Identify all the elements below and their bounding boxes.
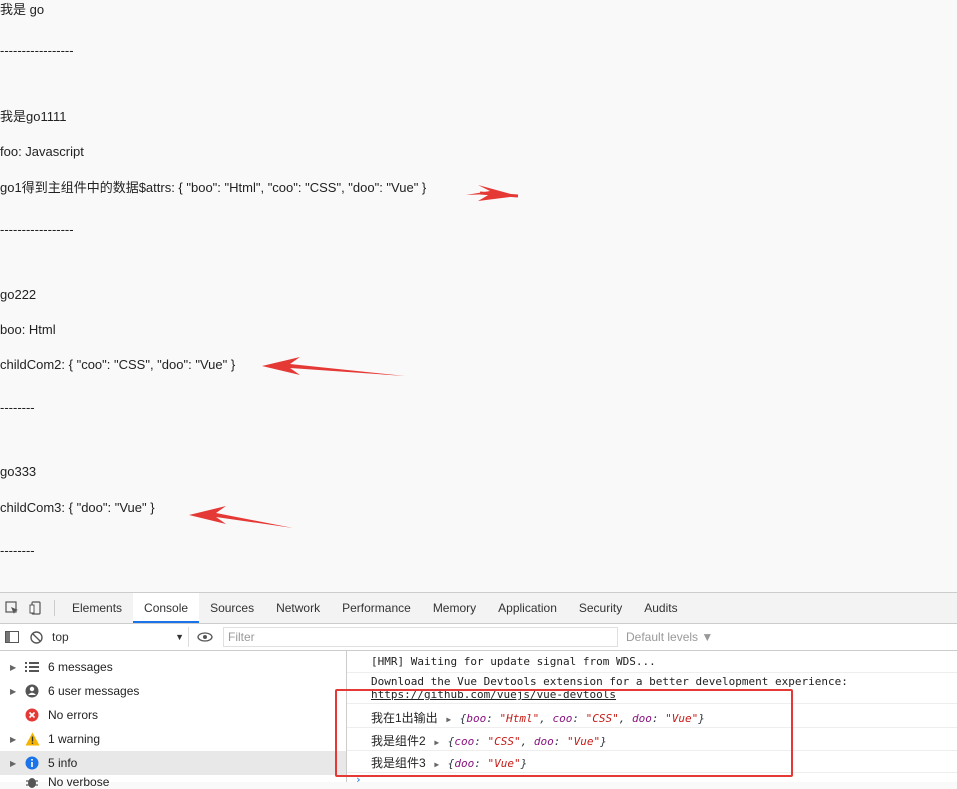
page-line-go222: go222 — [0, 287, 37, 302]
warning-icon — [24, 731, 40, 747]
tab-console[interactable]: Console — [133, 593, 200, 623]
console-sidebar: ▶ 6 messages ▶ 6 user messages No errors — [0, 651, 347, 789]
inspect-icon[interactable] — [0, 593, 24, 623]
devtools-tab-bar: Elements Console Sources Network Perform… — [0, 593, 957, 624]
expand-triangle-icon[interactable]: ▶ — [10, 687, 22, 696]
page-line-title: 我是 go — [0, 2, 45, 17]
sidebar-item-label: No errors — [48, 708, 99, 722]
eye-icon[interactable] — [193, 624, 217, 650]
bug-icon — [24, 775, 40, 789]
sidebar-item-label: 6 messages — [48, 660, 113, 674]
page-line-divider-4: -------- — [0, 543, 35, 558]
console-toolbar: top ▼ Filter Default levels ▼ — [0, 624, 957, 651]
expand-triangle-icon[interactable]: ▶ — [10, 663, 22, 672]
sidebar-item-info[interactable]: ▶ 5 info — [0, 751, 346, 775]
tab-elements[interactable]: Elements — [61, 593, 133, 623]
context-value: top — [52, 630, 69, 644]
error-icon — [24, 707, 40, 723]
expand-triangle-icon[interactable]: ▶ — [10, 735, 22, 744]
tab-sources[interactable]: Sources — [199, 593, 265, 623]
sidebar-item-label: 5 info — [48, 756, 78, 770]
page-line-go1: 我是go1111 — [0, 109, 67, 124]
dropdown-arrow-icon: ▼ — [175, 632, 184, 642]
tab-audits[interactable]: Audits — [633, 593, 688, 623]
user-icon — [24, 683, 40, 699]
list-icon — [24, 659, 40, 675]
sidebar-item-label: 6 user messages — [48, 684, 140, 698]
context-select[interactable]: top ▼ — [48, 627, 189, 647]
sidebar-item-verbose[interactable]: No verbose — [0, 775, 346, 789]
sidebar-item-messages[interactable]: ▶ 6 messages — [0, 655, 346, 679]
tab-application[interactable]: Application — [487, 593, 568, 623]
page-line-childcom3: childCom3: { "doo": "Vue" } — [0, 500, 155, 515]
tab-performance[interactable]: Performance — [331, 593, 422, 623]
tab-security[interactable]: Security — [568, 593, 633, 623]
sidebar-item-label: 1 warning — [48, 732, 101, 746]
page-line-go333: go333 — [0, 464, 37, 479]
annotation-highlight-box — [335, 689, 793, 777]
sidebar-toggle-icon[interactable] — [0, 624, 24, 650]
page-line-divider-1: ----------------- — [0, 43, 74, 58]
sidebar-item-label: No verbose — [48, 775, 110, 789]
console-hmr-message: [HMR] Waiting for update signal from WDS… — [371, 655, 656, 668]
page-line-divider-3: -------- — [0, 400, 35, 415]
tab-separator — [54, 600, 55, 616]
page-line-boo: boo: Html — [0, 322, 56, 337]
info-icon — [24, 755, 40, 771]
page-line-foo: foo: Javascript — [0, 144, 84, 159]
device-toggle-icon[interactable] — [24, 593, 48, 623]
sidebar-item-errors[interactable]: No errors — [0, 703, 346, 727]
tab-network[interactable]: Network — [265, 593, 331, 623]
expand-triangle-icon[interactable]: ▶ — [10, 759, 22, 768]
default-levels-dropdown[interactable]: Default levels ▼ — [626, 630, 713, 644]
page-line-divider-2: ----------------- — [0, 222, 74, 237]
tab-memory[interactable]: Memory — [422, 593, 487, 623]
page-line-attrs: go1得到主组件中的数据$attrs: { "boo": "Html", "co… — [0, 180, 427, 195]
clear-console-icon[interactable] — [24, 624, 48, 650]
sidebar-item-user-messages[interactable]: ▶ 6 user messages — [0, 679, 346, 703]
rendered-page: 我是 go ----------------- 我是go1111 foo: Ja… — [0, 0, 957, 592]
console-devtools-message: Download the Vue Devtools extension for … — [371, 675, 848, 688]
sidebar-item-warnings[interactable]: ▶ 1 warning — [0, 727, 346, 751]
page-line-childcom2: childCom2: { "coo": "CSS", "doo": "Vue" … — [0, 357, 236, 372]
filter-input[interactable]: Filter — [223, 627, 618, 647]
